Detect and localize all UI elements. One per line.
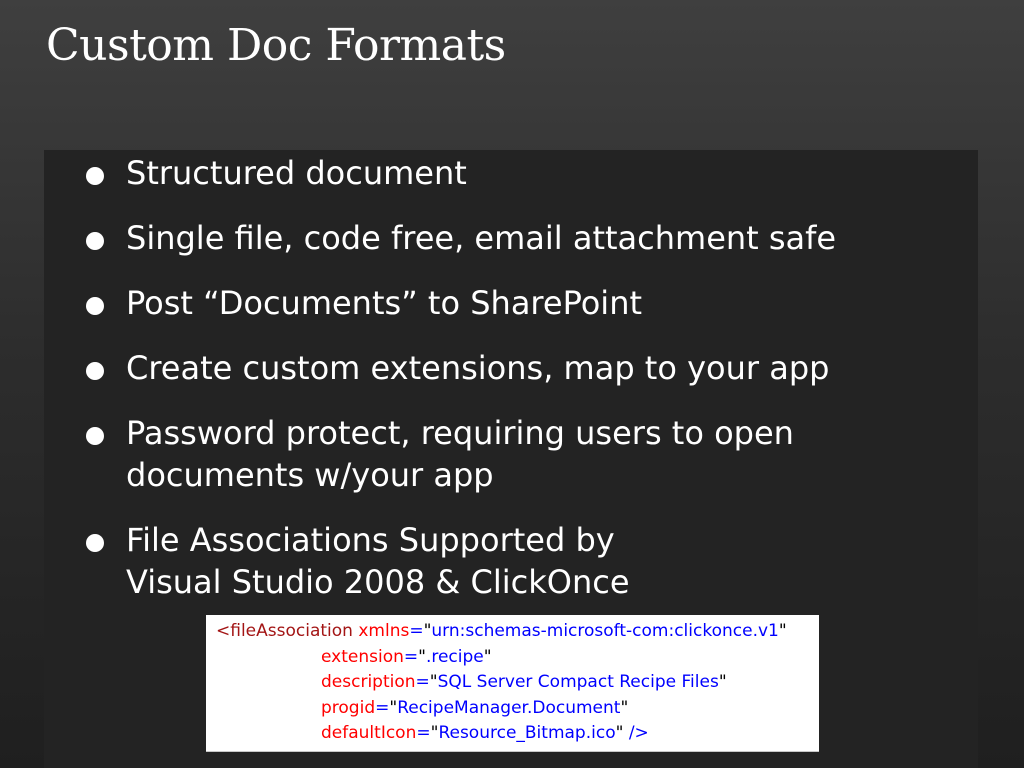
xml-attribute-value: .recipe bbox=[425, 646, 484, 667]
bullet-text: File Associations Supported by bbox=[126, 521, 615, 559]
bullet-text: Single file, code free, email attachment… bbox=[126, 219, 837, 257]
code-line: progid="RecipeManager.Document" bbox=[321, 697, 629, 718]
bullet-item: File Associations Supported by Visual St… bbox=[84, 519, 964, 603]
bullet-item: Password protect, requiring users to ope… bbox=[84, 412, 964, 496]
xml-tag-open: <fileAssociation bbox=[216, 621, 353, 641]
bullet-text-continued: Visual Studio 2008 & ClickOnce bbox=[126, 563, 630, 601]
xml-attribute-value: RecipeManager.Document bbox=[397, 697, 621, 718]
bullet-dot-icon bbox=[86, 534, 104, 552]
bullet-item: Structured document bbox=[84, 152, 964, 194]
bullet-text: Structured document bbox=[126, 154, 467, 192]
xml-attribute-value: urn:schemas-microsoft-com:clickonce.v1 bbox=[431, 621, 779, 641]
xml-attribute-name: defaultIcon bbox=[321, 723, 417, 743]
slide-title: Custom Doc Formats bbox=[46, 20, 506, 71]
xml-attribute-name: progid bbox=[321, 697, 376, 718]
bullet-item: Post “Documents” to SharePoint bbox=[84, 282, 964, 324]
xml-tag-close: /> bbox=[628, 723, 649, 743]
bullet-list: Structured document Single file, code fr… bbox=[84, 152, 964, 626]
bullet-dot-icon bbox=[86, 362, 104, 380]
bullet-dot-icon bbox=[86, 167, 104, 185]
code-line: extension=".recipe" bbox=[321, 646, 492, 667]
bullet-dot-icon bbox=[86, 232, 104, 250]
bullet-dot-icon bbox=[86, 427, 104, 445]
code-line: defaultIcon="Resource_Bitmap.ico" /> bbox=[321, 723, 649, 743]
bullet-item: Create custom extensions, map to your ap… bbox=[84, 347, 964, 389]
bullet-item: Single file, code free, email attachment… bbox=[84, 217, 964, 259]
bullet-text: Post “Documents” to SharePoint bbox=[126, 284, 643, 322]
bullet-text: Password protect, requiring users to ope… bbox=[126, 414, 794, 452]
xml-attribute-name: extension bbox=[321, 646, 404, 667]
bullet-text-continued: documents w/your app bbox=[126, 456, 494, 494]
xml-attribute-value: SQL Server Compact Recipe Files bbox=[437, 672, 719, 692]
bullet-dot-icon bbox=[86, 297, 104, 315]
xml-attribute-value: Resource_Bitmap.ico bbox=[438, 723, 616, 743]
bullet-text: Create custom extensions, map to your ap… bbox=[126, 349, 830, 387]
xml-attribute-name: description bbox=[321, 672, 416, 692]
code-line: description="SQL Server Compact Recipe F… bbox=[321, 672, 727, 692]
xml-attribute-name: xmlns bbox=[358, 621, 410, 641]
code-line: <fileAssociation xmlns="urn:schemas-micr… bbox=[216, 621, 787, 641]
code-sample: <fileAssociation xmlns="urn:schemas-micr… bbox=[206, 615, 819, 752]
